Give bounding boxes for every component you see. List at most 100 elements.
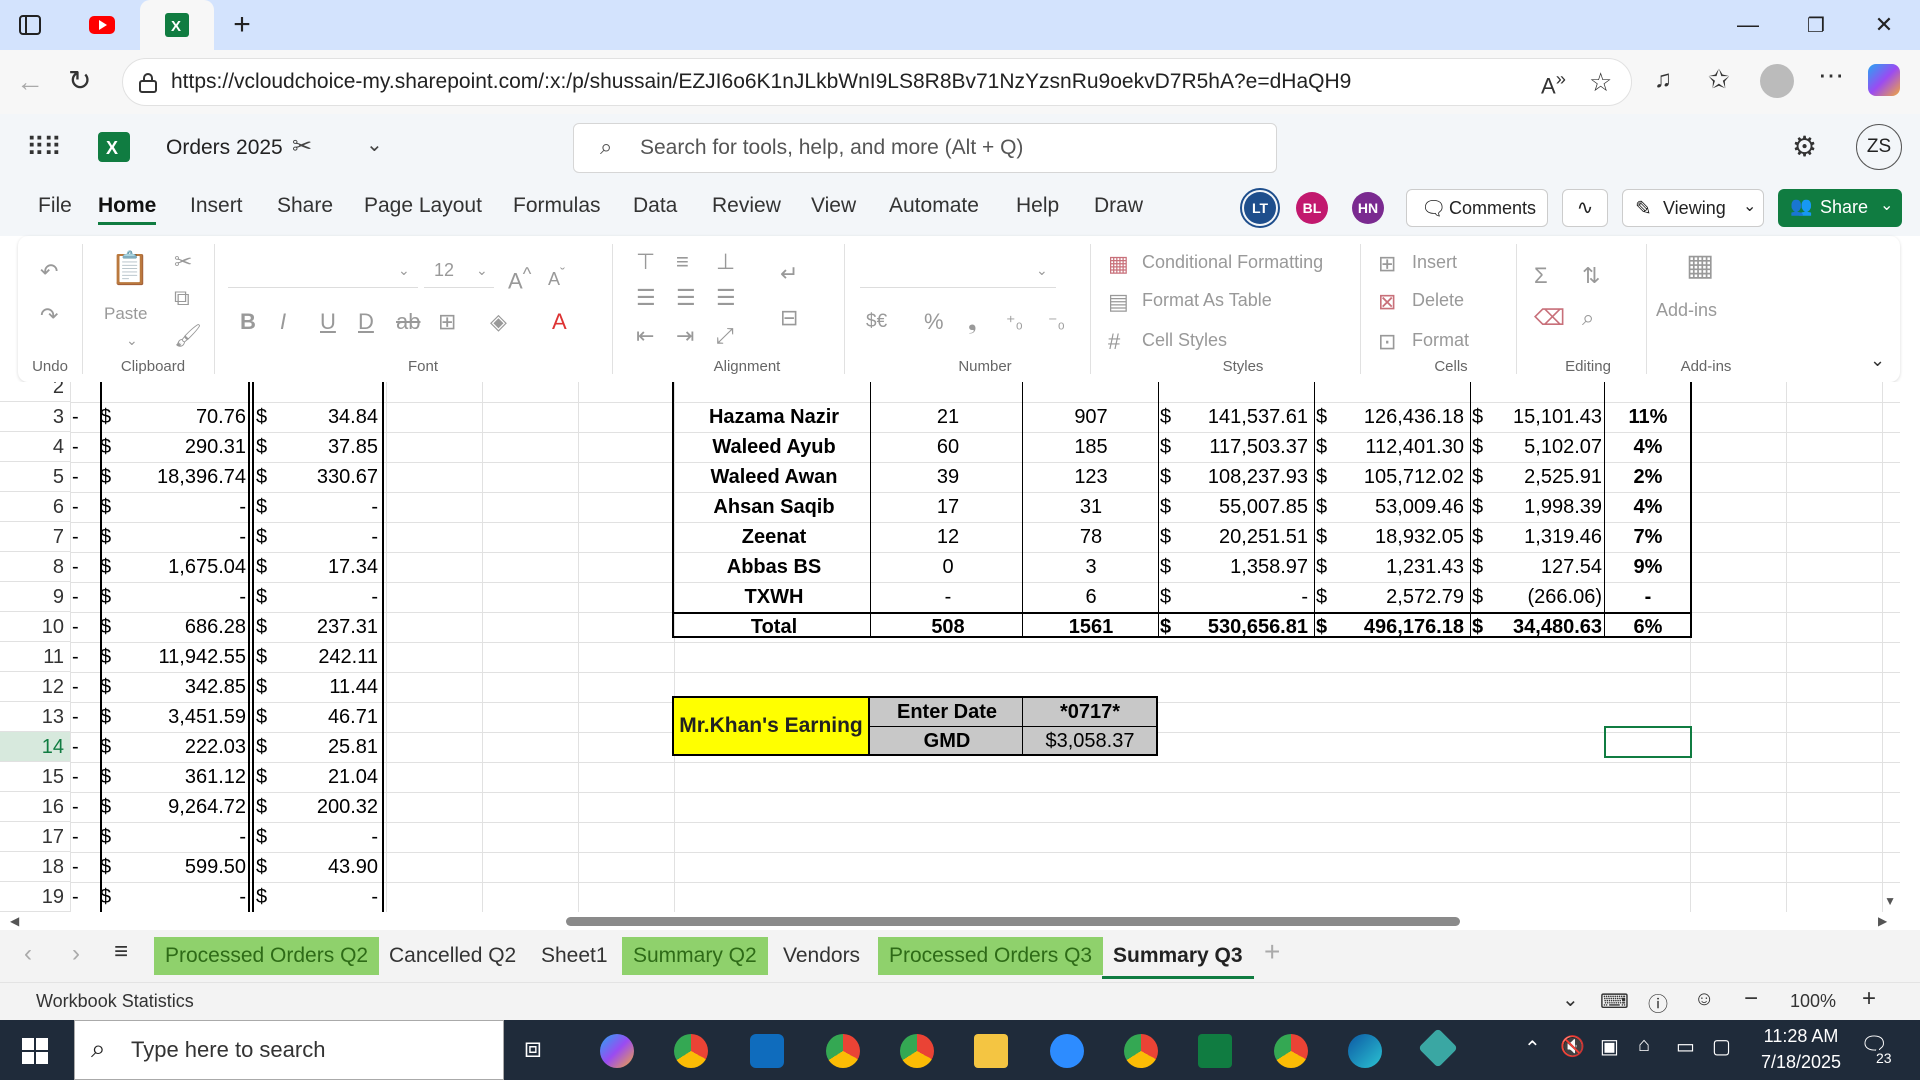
summary-value-cell[interactable]: 39 [872, 462, 1024, 492]
italic-icon[interactable]: I [280, 310, 286, 334]
summary-value-cell[interactable]: - [1178, 582, 1308, 612]
summary-value-cell[interactable]: 907 [1024, 402, 1158, 432]
taskbar-date[interactable]: 7/18/2025 [1746, 1052, 1856, 1073]
add-sheet-icon[interactable]: + [1264, 936, 1280, 968]
chrome-profile-2-icon[interactable] [826, 1034, 860, 1068]
row-header[interactable]: 17 [0, 822, 70, 852]
currency-symbol-cell[interactable]: $ [1316, 522, 1334, 552]
tray-battery-icon[interactable]: ▭ [1676, 1034, 1695, 1059]
document-title[interactable]: Orders 2025 [166, 136, 283, 160]
scroll-left-arrow-icon[interactable]: ◀ [10, 914, 19, 928]
summary-value-cell[interactable]: 20,251.51 [1178, 522, 1308, 552]
currency-symbol-cell[interactable]: $ [1472, 492, 1490, 522]
tab-view[interactable]: View [811, 194, 856, 218]
currency-symbol-cell[interactable]: $ [1472, 462, 1490, 492]
summary-value-cell[interactable]: 6 [1024, 582, 1158, 612]
summary-value-cell[interactable]: 6% [1606, 612, 1690, 642]
currency-symbol-cell[interactable]: $ [1472, 432, 1490, 462]
excel-taskbar-icon[interactable] [1198, 1034, 1232, 1068]
autosum-icon[interactable]: Σ [1534, 264, 1548, 288]
format-cells-button[interactable]: Format [1412, 330, 1469, 351]
currency-symbol-cell[interactable]: $ [1160, 612, 1178, 642]
prev-sheet-icon[interactable]: ‹ [24, 940, 32, 968]
find-icon[interactable]: ⌕ [1582, 306, 1594, 330]
increase-decimal-icon[interactable]: ⁺₀ [1006, 310, 1023, 334]
summary-value-cell[interactable]: 60 [872, 432, 1024, 462]
paste-label[interactable]: Paste [104, 304, 147, 324]
summary-value-cell[interactable]: 508 [872, 612, 1024, 642]
summary-value-cell[interactable]: 123 [1024, 462, 1158, 492]
summary-value-cell[interactable]: 4% [1606, 492, 1690, 522]
windows-start-icon[interactable] [22, 1038, 48, 1064]
tab-share[interactable]: Share [277, 194, 333, 218]
summary-value-cell[interactable]: 1,998.39 [1490, 492, 1602, 522]
summary-value-cell[interactable]: - [872, 582, 1024, 612]
tab-automate[interactable]: Automate [889, 194, 979, 218]
currency-symbol-cell[interactable]: $ [1160, 492, 1178, 522]
double-underline-icon[interactable]: D [358, 310, 374, 334]
summary-value-cell[interactable]: 3 [1024, 552, 1158, 582]
summary-value-cell[interactable]: 530,656.81 [1178, 612, 1308, 642]
currency-symbol-cell[interactable]: $ [1316, 402, 1334, 432]
status-chevron-icon[interactable]: ⌄ [1562, 987, 1579, 1012]
new-tab-icon[interactable]: + [220, 6, 264, 44]
sheet-tab-sheet1[interactable]: Sheet1 [530, 937, 619, 975]
feedback-icon[interactable]: ☺ [1694, 988, 1714, 1011]
viewing-mode-button[interactable]: ✎ Viewing ⌄ [1622, 189, 1764, 227]
summary-value-cell[interactable]: 34,480.63 [1490, 612, 1602, 642]
tab-home[interactable]: Home [98, 194, 157, 225]
search-box[interactable]: ⌕ Search for tools, help, and more (Alt … [573, 123, 1277, 173]
summary-value-cell[interactable]: 105,712.02 [1334, 462, 1464, 492]
summary-value-cell[interactable]: 4% [1606, 432, 1690, 462]
align-left-icon[interactable]: ☰ [636, 286, 656, 310]
strikethrough-icon[interactable]: ab [396, 310, 420, 334]
horizontal-scrollbar[interactable]: ◀ ▶ [0, 912, 1920, 930]
tray-chevron-up-icon[interactable]: ⌃ [1524, 1036, 1541, 1061]
summary-value-cell[interactable]: 112,401.30 [1334, 432, 1464, 462]
summary-value-cell[interactable]: 1,358.97 [1178, 552, 1308, 582]
summary-value-cell[interactable]: 12 [872, 522, 1024, 552]
summary-value-cell[interactable]: 117,503.37 [1178, 432, 1308, 462]
selected-cell[interactable] [1604, 726, 1692, 758]
profile-avatar[interactable] [1760, 64, 1794, 98]
summary-name-cell[interactable]: Total [676, 612, 872, 642]
font-name-combobox[interactable]: ⌄ [228, 254, 418, 288]
tray-network-icon[interactable]: ⌂ [1638, 1034, 1650, 1057]
undo-icon[interactable]: ↶ [40, 260, 58, 284]
fill-color-icon[interactable]: ◈ [490, 310, 507, 334]
orientation-icon[interactable]: ⤢ [716, 324, 734, 348]
paste-icon[interactable]: 📋 [110, 252, 150, 284]
zoom-level[interactable]: 100% [1790, 991, 1836, 1012]
zoom-app-icon[interactable] [1050, 1034, 1084, 1068]
summary-value-cell[interactable]: 1561 [1024, 612, 1158, 642]
currency-symbol-cell[interactable]: $ [1472, 612, 1490, 642]
clear-icon[interactable]: ⌫ [1534, 306, 1565, 330]
summary-name-cell[interactable]: TXWH [676, 582, 872, 612]
cell-styles-button[interactable]: Cell Styles [1142, 330, 1227, 351]
left-dash-cell[interactable]: - [72, 522, 96, 552]
left-dash-cell[interactable]: - [72, 492, 96, 522]
left-dash-cell[interactable]: - [72, 882, 96, 912]
currency-symbol-cell[interactable]: $ [1316, 462, 1334, 492]
summary-value-cell[interactable]: 1,231.43 [1334, 552, 1464, 582]
row-header[interactable]: 15 [0, 762, 70, 792]
wrap-text-icon[interactable]: ↵ [780, 262, 798, 286]
tray-display-icon[interactable]: ▢ [1712, 1034, 1731, 1059]
tab-review[interactable]: Review [712, 194, 781, 218]
summary-value-cell[interactable]: 18,932.05 [1334, 522, 1464, 552]
summary-value-cell[interactable]: 55,007.85 [1178, 492, 1308, 522]
date-value-cell[interactable]: *0717* [1024, 697, 1156, 727]
sensitivity-icon[interactable]: ✂ [292, 132, 312, 161]
tab-page-layout[interactable]: Page Layout [364, 194, 482, 218]
left-dash-cell[interactable]: - [72, 732, 96, 762]
tab-data[interactable]: Data [633, 194, 677, 218]
address-bar[interactable]: https://vcloudchoice-my.sharepoint.com/:… [122, 58, 1632, 106]
summary-value-cell[interactable]: 185 [1024, 432, 1158, 462]
summary-name-cell[interactable]: Waleed Awan [676, 462, 872, 492]
summary-value-cell[interactable]: (266.06) [1490, 582, 1603, 612]
sort-filter-icon[interactable]: ⇅ [1582, 264, 1600, 288]
excel-tab[interactable]: X [140, 0, 214, 50]
conditional-formatting-button[interactable]: Conditional Formatting [1142, 252, 1323, 273]
insert-cells-button[interactable]: Insert [1412, 252, 1457, 273]
summary-value-cell[interactable]: 15,101.43 [1490, 402, 1602, 432]
